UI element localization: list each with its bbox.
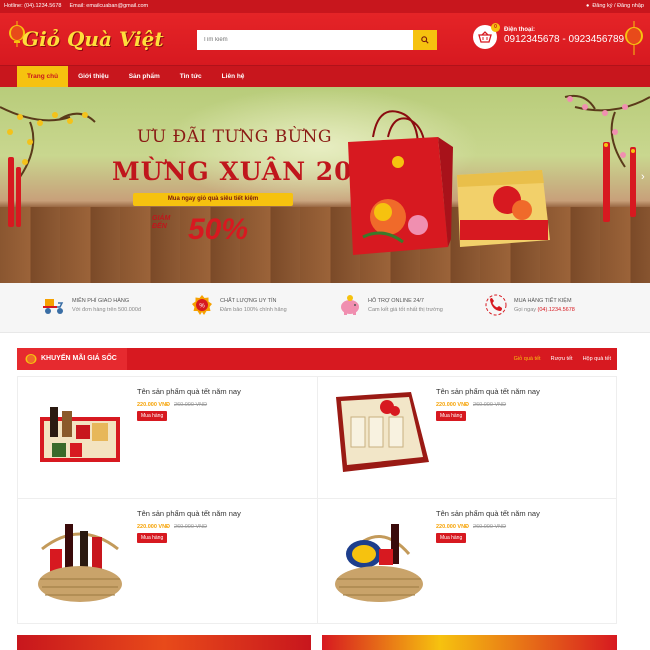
quality-badge-icon: % xyxy=(192,295,212,315)
feature-desc: Gọi ngay (04).1234.5678 xyxy=(514,307,575,313)
piggy-bank-icon xyxy=(341,295,359,315)
auth-link[interactable]: Đăng ký / Đăng nhập xyxy=(592,3,644,9)
logo-text: Giỏ Quà Việt xyxy=(22,27,164,51)
nav-item-products[interactable]: Sản phẩm xyxy=(119,66,170,88)
site-logo[interactable]: Giỏ Quà Việt xyxy=(8,19,164,61)
feature-title: Miễn phí giao hàng xyxy=(72,298,130,304)
product-card[interactable]: Tên sản phẩm quà tết năm nay 220.000 VNĐ… xyxy=(317,377,607,489)
nav-item-contact[interactable]: Liên hệ xyxy=(212,66,255,88)
product-card[interactable]: Tên sản phẩm quà tết năm nay 220.000 VNĐ… xyxy=(18,499,308,611)
main-nav: Trang chủ Giới thiệu Sản phẩm Tin tức Li… xyxy=(0,65,650,88)
phone-numbers: 0912345678 - 0923456789 xyxy=(504,34,625,45)
bottom-banner-right[interactable] xyxy=(322,635,617,650)
banner-ribbon: Mua ngay giỏ quà siêu tiết kiệm xyxy=(133,193,293,206)
tab-gift-box[interactable]: Hộp quà tết xyxy=(583,348,611,370)
feature-strip: Miễn phí giao hàng Với đơn hàng trên 500… xyxy=(0,283,650,333)
peach-blossom-branch xyxy=(564,94,650,222)
feature-title: Hỗ trợ online 24/7 xyxy=(368,298,424,304)
feature-desc: Cam kết giá tốt nhất thị trường xyxy=(368,307,443,313)
search-button[interactable] xyxy=(413,30,437,50)
search-bar xyxy=(197,30,437,50)
hotline-text: Hotline: (04).1234.5678 xyxy=(4,3,62,9)
feature-quality: % Chất lượng uy tín Đảm bảo 100% chính h… xyxy=(190,293,287,317)
nav-item-news[interactable]: Tin tức xyxy=(170,66,212,88)
promo-section-header: KHUYẾN MÃI GIÁ SỐC Giỏ quà tết Rượu tết … xyxy=(17,348,617,370)
hotline-number[interactable]: (04).1234.5678 xyxy=(538,307,575,313)
product-price: 220.000 VNĐ 260.000 VNĐ xyxy=(436,524,507,530)
feature-free-shipping: Miễn phí giao hàng Với đơn hàng trên 500… xyxy=(42,293,141,317)
product-price: 220.000 VNĐ 260.000 VNĐ xyxy=(137,524,208,530)
email-text[interactable]: Email: emailcuaban@gmail.com xyxy=(69,3,148,9)
user-icon: ● xyxy=(585,3,590,9)
svg-text:%: % xyxy=(199,304,205,310)
product-image[interactable] xyxy=(331,387,431,477)
search-icon xyxy=(421,36,429,44)
product-name[interactable]: Tên sản phẩm quà tết năm nay xyxy=(137,509,241,518)
tab-gift-basket[interactable]: Giỏ quà tết xyxy=(514,348,541,370)
product-image[interactable] xyxy=(30,387,130,477)
product-price: 220.000 VNĐ 260.000 VNĐ xyxy=(436,402,507,408)
hero-banner[interactable]: ƯU ĐÃI TƯNG BỪNG MỪNG XUÂN 2018 Mua ngay… xyxy=(0,87,650,283)
feature-support: Hỗ trợ online 24/7 Cam kết giá tốt nhất … xyxy=(338,293,443,317)
feature-title: Chất lượng uy tín xyxy=(220,298,277,304)
bottom-banner-left[interactable] xyxy=(17,635,311,650)
feature-saving: Mua hàng tiết kiệm Gọi ngay (04).1234.56… xyxy=(484,293,575,317)
site-header: Giỏ Quà Việt 0 Điện thoại: 0912345678 - … xyxy=(0,13,650,65)
gift-bag-image xyxy=(348,110,453,255)
lantern-icon xyxy=(625,21,643,55)
basket-icon xyxy=(478,31,492,43)
nav-item-home[interactable]: Trang chủ xyxy=(17,66,69,88)
cart-count-badge: 0 xyxy=(491,23,500,32)
feature-desc: Với đơn hàng trên 500.000đ xyxy=(72,307,141,313)
apricot-blossom-branch xyxy=(0,106,96,227)
gift-box-image xyxy=(457,170,550,247)
buy-button[interactable]: Mua hàng xyxy=(137,533,168,543)
product-name[interactable]: Tên sản phẩm quà tết năm nay xyxy=(436,387,540,396)
product-image[interactable] xyxy=(329,509,429,609)
cart-button[interactable]: 0 xyxy=(473,23,500,49)
product-name[interactable]: Tên sản phẩm quà tết năm nay xyxy=(436,509,540,518)
banner-sale-percent: 50% xyxy=(188,213,249,246)
banner-headline: ƯU ĐÃI TƯNG BỪNG xyxy=(137,127,332,147)
product-name[interactable]: Tên sản phẩm quà tết năm nay xyxy=(137,387,241,396)
search-input[interactable] xyxy=(197,30,413,50)
phone-label: Điện thoại: xyxy=(504,27,535,33)
product-price: 220.000 VNĐ 260.000 VNĐ xyxy=(137,402,208,408)
phone-support-icon xyxy=(485,294,507,316)
buy-button[interactable]: Mua hàng xyxy=(436,533,467,543)
feature-title: Mua hàng tiết kiệm xyxy=(514,298,572,304)
product-card[interactable]: Tên sản phẩm quà tết năm nay 220.000 VNĐ… xyxy=(317,499,607,611)
top-bar: Hotline: (04).1234.5678 Email: emailcuab… xyxy=(0,0,650,13)
tab-wine[interactable]: Rượu tết xyxy=(551,348,573,370)
feature-desc: Đảm bảo 100% chính hãng xyxy=(220,307,287,313)
phone-info: Điện thoại: 0912345678 - 0923456789 xyxy=(504,27,624,45)
product-grid: Tên sản phẩm quà tết năm nay 220.000 VNĐ… xyxy=(17,376,617,624)
banner-next-arrow[interactable]: › xyxy=(641,171,645,183)
buy-button[interactable]: Mua hàng xyxy=(137,411,168,421)
lantern-icon xyxy=(25,354,37,364)
product-card[interactable]: Tên sản phẩm quà tết năm nay 220.000 VNĐ… xyxy=(18,377,308,489)
buy-button[interactable]: Mua hàng xyxy=(436,411,467,421)
nav-item-about[interactable]: Giới thiệu xyxy=(68,66,119,88)
delivery-scooter-icon xyxy=(43,299,64,314)
product-image[interactable] xyxy=(30,509,130,609)
banner-sale-label: GIẢM ĐẾN xyxy=(152,215,171,230)
